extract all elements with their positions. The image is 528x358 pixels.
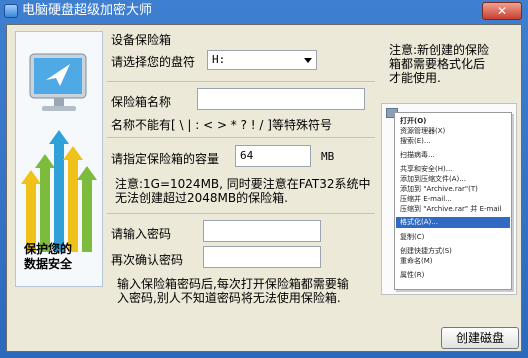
logo-panel: 保护您的 数据安全 xyxy=(15,31,103,287)
password-label: 请输入密码 xyxy=(111,227,172,241)
capacity-label: 请指定保险箱的容量 xyxy=(111,152,220,166)
menu-item-shortcut: 创建快捷方式(S) xyxy=(400,247,452,255)
slogan-line-1: 保护您的 xyxy=(24,242,73,256)
password-note-line-2: 入密码,别人不知道密码将无法使用保险箱. xyxy=(117,291,341,305)
capacity-note-line-1: 注意:1G=1024MB, 同时要注意在FAT32系统中 xyxy=(115,177,371,191)
menu-item-open: 打开(O) xyxy=(400,117,427,125)
divider xyxy=(107,137,375,138)
format-note-line-1: 注意:新创建的保险 xyxy=(389,43,490,57)
name-label: 保险箱名称 xyxy=(111,95,172,109)
menu-item-properties: 属性(R) xyxy=(400,271,425,279)
client-area: 保护您的 数据安全 设备保险箱 请选择您的盘符 H: 保险箱名称 名称不能有[ … xyxy=(6,24,522,352)
window-title: 电脑硬盘超级加密大师 xyxy=(22,3,153,18)
format-note-line-2: 箱都需要格式化后 xyxy=(389,57,486,71)
capacity-note-line-2: 无法创建超过2048MB的保险箱. xyxy=(115,191,288,205)
drive-select-value: H: xyxy=(212,53,226,66)
main-window: 电脑硬盘超级加密大师 ✕ 保护您的 数据安全 设备保险箱 请选择您的盘符 H: … xyxy=(0,0,528,358)
confirm-password-input[interactable] xyxy=(203,246,321,268)
divider xyxy=(107,213,375,214)
divider xyxy=(107,81,375,82)
close-button[interactable]: ✕ xyxy=(482,2,522,20)
app-icon xyxy=(4,4,18,18)
menu-item-search: 搜索(E)... xyxy=(400,137,431,145)
drive-label: 请选择您的盘符 xyxy=(111,55,196,69)
create-disk-button[interactable]: 创建磁盘 xyxy=(441,327,519,349)
capacity-unit: MB xyxy=(321,150,335,163)
confirm-password-label: 再次确认密码 xyxy=(111,253,184,267)
password-note-line-1: 输入保险箱密码后,每次打开保险箱都需要输 xyxy=(117,277,349,291)
chevron-down-icon[interactable] xyxy=(304,58,312,63)
menu-item-add-archive: 添加到压缩文件(A)... xyxy=(400,175,466,183)
menu-item-explorer: 资源管理器(X) xyxy=(400,127,446,135)
slogan-line-2: 数据安全 xyxy=(24,257,73,271)
menu-item-scan: 扫描病毒... xyxy=(400,151,435,159)
menu-item-compress-rar-email: 压缩到 "Archive.rar" 并 E-mail xyxy=(400,205,502,213)
menu-item-rename: 重命名(M) xyxy=(400,257,433,265)
title-bar[interactable]: 电脑硬盘超级加密大师 ✕ xyxy=(0,0,528,22)
menu-item-share: 共享和安全(H)... xyxy=(400,165,453,173)
name-input[interactable] xyxy=(197,88,365,110)
menu-item-format: 格式化(A)... xyxy=(400,218,438,226)
menu-item-compress-email: 压缩并 E-mail... xyxy=(400,195,452,203)
capacity-input[interactable]: 64 xyxy=(235,145,311,167)
context-menu-preview: 打开(O) 资源管理器(X) 搜索(E)... 扫描病毒... 共享和安全(H)… xyxy=(381,103,517,295)
menu-item-add-rar: 添加到 "Archive.rar"(T) xyxy=(400,185,478,193)
password-input[interactable] xyxy=(203,220,321,242)
name-restriction-text: 名称不能有[ \ | : < > * ? ! / ]等特殊符号 xyxy=(111,118,332,132)
drive-select[interactable]: H: xyxy=(207,50,317,70)
format-note-line-3: 才能使用. xyxy=(389,71,441,85)
menu-item-copy: 复制(C) xyxy=(400,233,425,241)
format-note: 注意:新创建的保险 箱都需要格式化后 才能使用. xyxy=(389,43,509,85)
setup-section-title: 设备保险箱 xyxy=(111,33,172,47)
